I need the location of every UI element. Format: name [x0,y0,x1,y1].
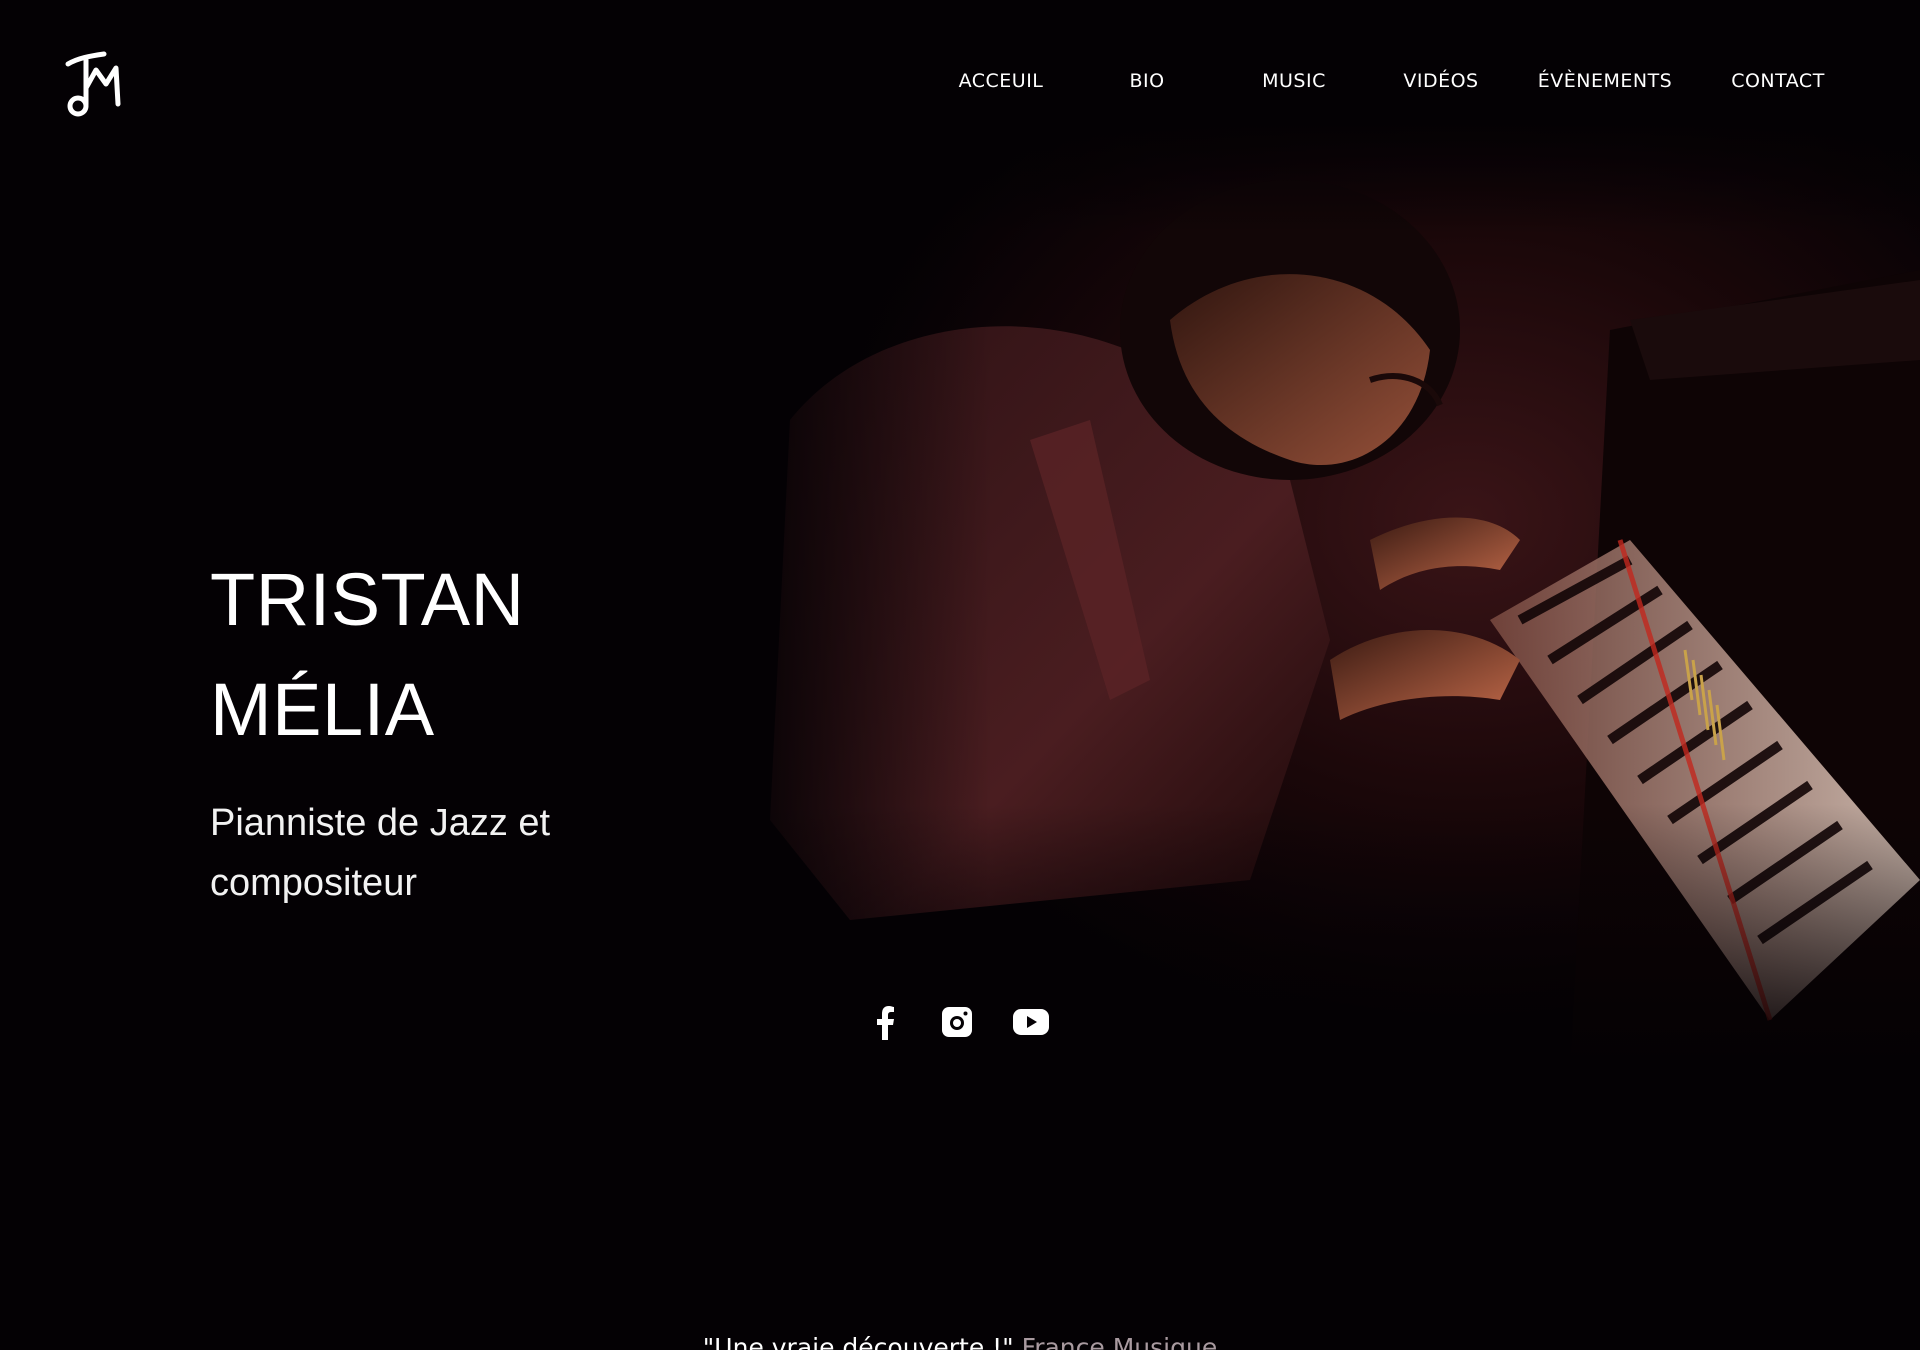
hero-name-line2: MÉLIA [210,668,435,751]
hero-text: TRISTAN MÉLIA Pianniste de Jazz et compo… [210,545,730,913]
page: ACCEUIL BIO MUSIC VIDÉOS ÉVÈNEMENTS CONT… [0,0,1920,1350]
nav-item-evenements[interactable]: ÉVÈNEMENTS [1538,70,1673,92]
hero-name: TRISTAN MÉLIA [210,545,730,765]
hero-tagline-line1: Pianniste de Jazz et [210,802,551,844]
nav-item-bio[interactable]: BIO [1129,70,1164,92]
nav-item-contact[interactable]: CONTACT [1731,70,1825,92]
quote-source: France Musique [1021,1333,1218,1350]
press-quote: "Une vraie découverte !" France Musique [0,1333,1920,1350]
facebook-link[interactable] [874,1006,896,1040]
quote-text: "Une vraie découverte !" [702,1333,1014,1350]
facebook-icon [877,1006,894,1040]
site-header: ACCEUIL BIO MUSIC VIDÉOS ÉVÈNEMENTS CONT… [0,0,1920,140]
instagram-icon [942,1007,972,1037]
main-nav: ACCEUIL BIO MUSIC VIDÉOS ÉVÈNEMENTS CONT… [0,70,1920,100]
hero-name-line1: TRISTAN [210,558,525,641]
youtube-icon [1013,1009,1049,1035]
nav-item-videos[interactable]: VIDÉOS [1403,70,1478,92]
hero-photo [730,120,1920,1070]
youtube-link[interactable] [1013,1009,1049,1035]
nav-item-music[interactable]: MUSIC [1262,70,1326,92]
hero-tagline: Pianniste de Jazz et compositeur [210,793,730,913]
nav-item-accueil[interactable]: ACCEUIL [959,70,1044,92]
social-links [0,1006,1920,1046]
instagram-link[interactable] [942,1007,972,1037]
hero-tagline-line2: compositeur [210,862,417,904]
